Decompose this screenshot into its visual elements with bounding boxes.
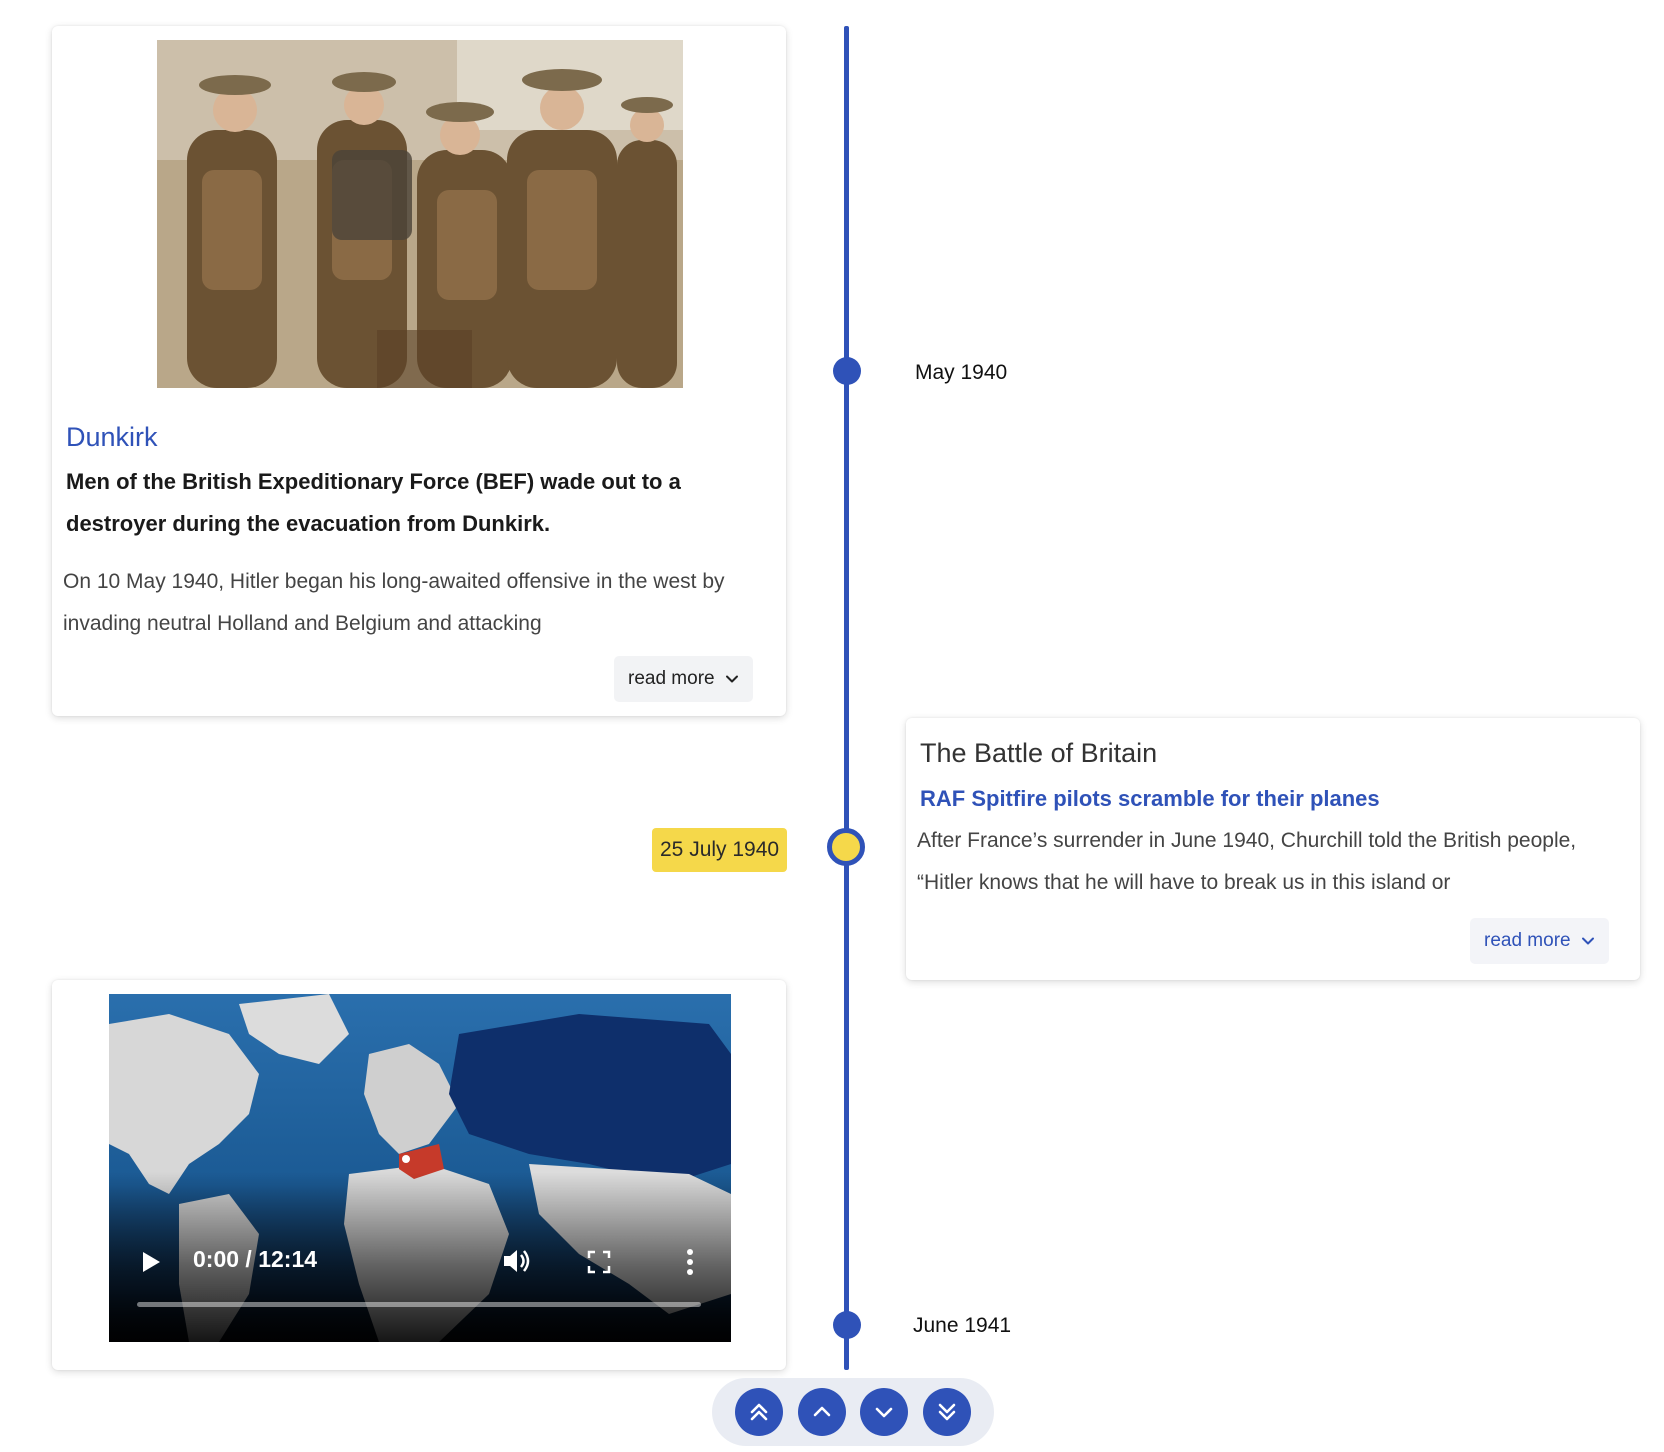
next-event-button[interactable] — [860, 1388, 909, 1436]
timeline-nav-controls — [712, 1378, 994, 1446]
card-subtitle-battle-of-britain[interactable]: RAF Spitfire pilots scramble for their p… — [920, 778, 1380, 820]
video-time: 0:00 / 12:14 — [193, 1246, 318, 1272]
chevron-up-icon — [813, 1406, 830, 1417]
double-chevron-down-icon — [938, 1403, 956, 1421]
fullscreen-icon[interactable] — [587, 1250, 611, 1274]
timeline-date-may-1940: May 1940 — [915, 361, 1008, 384]
card-title-battle-of-britain: The Battle of Britain — [920, 738, 1158, 768]
card-body-dunkirk: On 10 May 1940, Hitler began his long-aw… — [63, 570, 725, 635]
video-player[interactable]: 0:00 / 12:14 — [109, 994, 731, 1342]
chevron-down-icon — [725, 675, 738, 683]
timeline-line — [844, 26, 849, 1370]
event-card-dunkirk: Dunkirk Men of the British Expeditionary… — [52, 26, 786, 716]
last-event-button[interactable] — [923, 1388, 972, 1436]
video-progress-bar[interactable] — [137, 1302, 701, 1307]
timeline-page: May 1940 25 July 1940 June 1941 Dunkirk … — [0, 0, 1664, 1452]
double-chevron-up-icon — [750, 1403, 768, 1421]
chevron-down-icon — [1581, 937, 1594, 945]
read-more-button-battle-of-britain[interactable]: read more — [1470, 918, 1609, 964]
timeline-dot-active[interactable] — [827, 828, 865, 866]
event-card-battle-of-britain: The Battle of Britain RAF Spitfire pilot… — [906, 718, 1640, 980]
more-vertical-icon[interactable] — [685, 1248, 695, 1276]
timeline-date-badge-active: 25 July 1940 — [652, 828, 788, 872]
timeline-dot-may-1940[interactable] — [833, 357, 861, 385]
first-event-button[interactable] — [734, 1388, 783, 1436]
read-more-label: read more — [1484, 930, 1571, 951]
read-more-label: read more — [628, 668, 715, 689]
event-card-video: 0:00 / 12:14 — [52, 980, 786, 1370]
chevron-down-icon — [876, 1407, 893, 1418]
volume-icon[interactable] — [501, 1246, 533, 1276]
timeline-date-june-1941: June 1941 — [913, 1314, 1012, 1337]
play-icon[interactable] — [139, 1249, 163, 1275]
card-subtitle-dunkirk: Men of the British Expeditionary Force (… — [66, 469, 681, 536]
dunkirk-photo — [157, 40, 683, 388]
read-more-button-dunkirk[interactable]: read more — [614, 656, 753, 702]
previous-event-button[interactable] — [797, 1388, 846, 1436]
timeline-dot-june-1941[interactable] — [833, 1311, 861, 1339]
card-body-battle-of-britain: After France’s surrender in June 1940, C… — [917, 829, 1577, 894]
card-title-dunkirk[interactable]: Dunkirk — [66, 422, 158, 453]
